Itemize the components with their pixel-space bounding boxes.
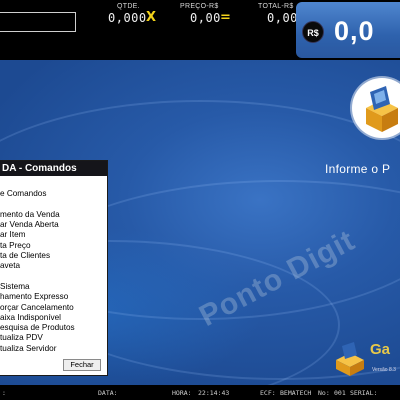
list-item[interactable]: aixa Indisponível <box>0 313 107 323</box>
commands-list: e Comandos mento da Venda ar Venda Abert… <box>0 176 107 354</box>
total-value: 0,00 <box>267 11 298 25</box>
close-button[interactable]: Fechar <box>63 359 101 371</box>
list-item[interactable] <box>0 200 107 210</box>
ecf-label: ECF: <box>260 389 276 397</box>
list-item[interactable]: ar Venda Aberta <box>0 220 107 230</box>
currency-badge: R$ <box>302 21 324 43</box>
list-item[interactable]: ar Item <box>0 230 107 240</box>
number-label: No: <box>318 389 330 397</box>
list-item[interactable]: hamento Expresso <box>0 292 107 302</box>
equals-symbol: = <box>220 10 231 25</box>
list-item[interactable] <box>0 179 107 189</box>
number-value: 001 <box>334 389 346 397</box>
ecf-value: BEMATECH <box>280 389 312 397</box>
time-label: HORA: <box>172 389 192 397</box>
grand-total-value: 0,0 <box>334 16 375 46</box>
qtde-value: 0,000 <box>108 11 147 25</box>
commands-window: DA - Comandos e Comandos mento da Venda … <box>0 160 108 376</box>
preco-value: 0,00 <box>190 11 221 25</box>
list-item[interactable]: ta Preço <box>0 241 107 251</box>
list-item[interactable]: Sistema <box>0 282 107 292</box>
list-item[interactable]: aveta <box>0 261 107 271</box>
list-item[interactable]: esquisa de Produtos <box>0 323 107 333</box>
total-label: TOTAL-R$ <box>258 3 294 10</box>
list-item[interactable]: orçar Cancelamento <box>0 303 107 313</box>
serial-label: SERIAL: <box>350 389 378 397</box>
prompt-text: Informe o P <box>325 162 391 176</box>
product-code-input[interactable] <box>0 12 76 32</box>
list-item[interactable]: e Comandos <box>0 189 107 199</box>
status-bar: : DATA: HORA: 22:14:43 ECF: BEMATECH No:… <box>0 385 400 400</box>
list-item[interactable]: tualiza Servidor <box>0 344 107 354</box>
status-prefix: : <box>2 389 6 397</box>
list-item[interactable] <box>0 272 107 282</box>
preco-label: PREÇO-R$ <box>180 3 219 10</box>
commands-window-title: DA - Comandos <box>0 161 107 176</box>
time-value: 22:14:43 <box>198 389 230 397</box>
multiply-symbol: X <box>146 10 157 25</box>
top-bar: QTDE. 0,000 X PREÇO-R$ 0,00 = TOTAL-R$ 0… <box>0 0 400 60</box>
version-text: Versão 8.3 <box>372 367 396 373</box>
logo-text: Ga <box>370 341 391 358</box>
date-label: DATA: <box>98 389 118 397</box>
list-item[interactable]: mento da Venda <box>0 210 107 220</box>
list-item[interactable]: ta de Clientes <box>0 251 107 261</box>
list-item[interactable]: tualiza PDV <box>0 333 107 343</box>
product-box-icon <box>352 78 400 138</box>
qtde-label: QTDE. <box>117 3 140 10</box>
